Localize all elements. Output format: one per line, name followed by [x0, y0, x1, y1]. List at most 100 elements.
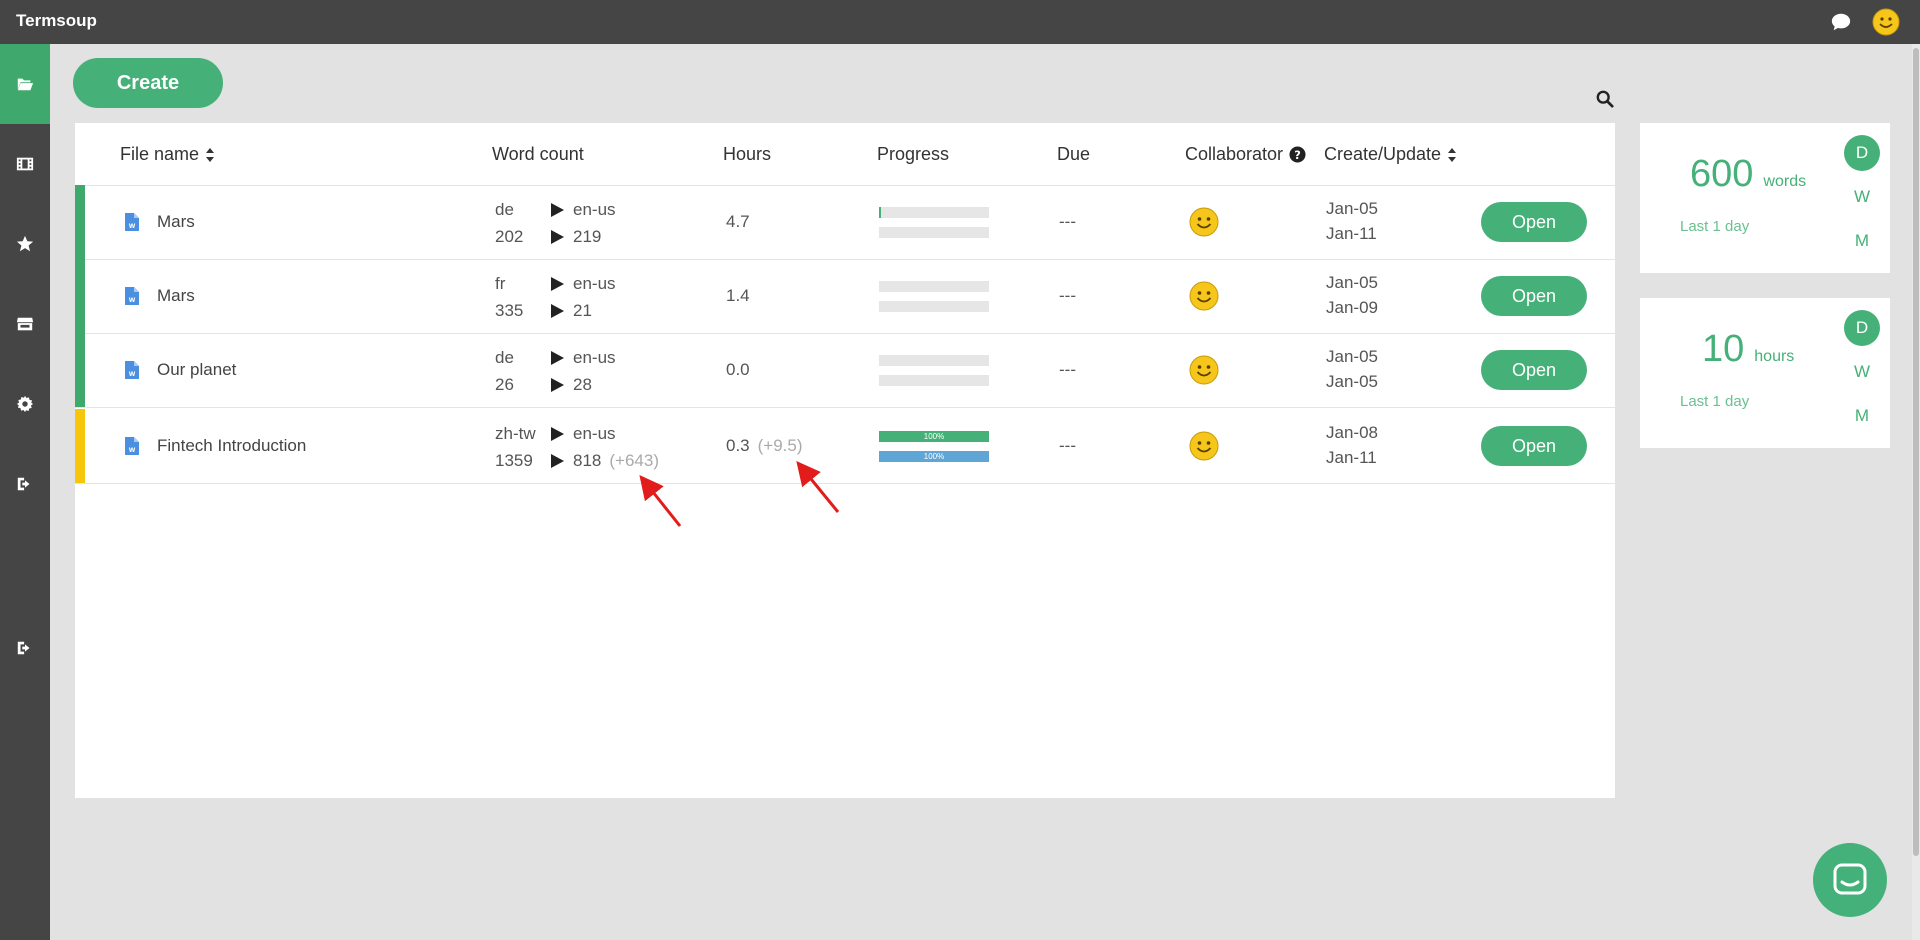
chat-icon[interactable] [1830, 11, 1852, 33]
sort-icon [1448, 147, 1457, 162]
hours-value: 0.0 [726, 360, 758, 380]
period-month-button[interactable]: M [1844, 223, 1880, 259]
play-icon [551, 454, 564, 468]
question-circle-icon[interactable]: ? [1289, 146, 1306, 163]
updated-date: Jan-09 [1326, 298, 1378, 317]
sidebar-item-favorites[interactable] [0, 204, 50, 284]
progress-label: 100% [923, 452, 945, 461]
stat-value: 10 hours [1702, 328, 1794, 371]
table-row[interactable]: W Fintech Introduction zh-tw 1359 en-us … [75, 409, 1615, 484]
file-name[interactable]: Our planet [157, 360, 236, 380]
hours-number: 0.0 [726, 360, 750, 379]
word-count-delta: (+643) [609, 451, 659, 470]
progress-bar-translation [879, 355, 989, 366]
source-word-count: 26 [495, 375, 514, 394]
target-language: en-us [551, 348, 616, 368]
stat-number: 600 [1690, 153, 1754, 195]
hours-value: 1.4 [726, 286, 758, 306]
header-label: File name [120, 144, 200, 164]
table-row[interactable]: W Our planet de 26 en-us 28 0.0 --- Jan-… [75, 333, 1615, 408]
open-file-button[interactable]: Open [1481, 202, 1587, 242]
created-date: Jan-08 [1326, 423, 1378, 442]
create-button[interactable]: Create [73, 58, 223, 108]
header-file-name[interactable]: File name [120, 144, 215, 165]
hours-number: 0.3 [726, 436, 750, 455]
sidebar-item-media[interactable] [0, 124, 50, 204]
word-file-icon: W [125, 361, 139, 379]
sign-out-icon [17, 477, 30, 491]
updated-date: Jan-05 [1326, 372, 1378, 391]
due-date: --- [1059, 360, 1076, 379]
target-count-value: 818 [573, 451, 602, 470]
support-chat-button[interactable] [1813, 843, 1887, 917]
sidebar-item-files[interactable] [0, 44, 50, 124]
sidebar-item-sign-out[interactable] [0, 444, 50, 524]
sign-out-icon [17, 641, 30, 655]
header-due: Due [1057, 144, 1090, 165]
updated-date: Jan-11 [1326, 448, 1377, 467]
file-name[interactable]: Fintech Introduction [157, 436, 306, 456]
play-icon [551, 427, 564, 441]
table-row[interactable]: W Mars de 202 en-us 219 4.7 --- Jan-05 J… [75, 185, 1615, 260]
due-date: --- [1059, 436, 1076, 455]
target-language: en-us [551, 200, 616, 220]
table-row[interactable]: W Mars fr 335 en-us 21 1.4 --- Jan-05 Ja… [75, 259, 1615, 334]
play-icon [551, 351, 564, 365]
progress-bar-translation [879, 207, 989, 218]
stat-period: Last 1 day [1680, 218, 1750, 235]
word-file-icon: W [125, 437, 139, 455]
table-header: File name Word count Hours Progress Due … [75, 123, 1615, 186]
svg-text:W: W [129, 223, 136, 230]
sidebar-item-settings[interactable] [0, 364, 50, 444]
search-icon[interactable] [1596, 90, 1614, 108]
collaborator-avatar-icon[interactable] [1189, 281, 1219, 311]
header-label: Word count [492, 144, 584, 164]
period-day-button[interactable]: D [1844, 135, 1880, 171]
period-day-button[interactable]: D [1844, 310, 1880, 346]
header-hours: Hours [723, 144, 771, 165]
top-bar: Termsoup [0, 0, 1920, 44]
play-icon [551, 304, 564, 318]
target-word-count: 28 [551, 375, 600, 395]
stat-unit: hours [1754, 348, 1795, 365]
header-label: Collaborator [1185, 144, 1284, 164]
progress-bar-translation: 100% [879, 431, 989, 442]
target-language-label: en-us [573, 424, 616, 443]
header-label: Due [1057, 144, 1091, 164]
open-file-button[interactable]: Open [1481, 426, 1587, 466]
period-week-button[interactable]: W [1844, 179, 1880, 215]
stat-value: 600 words [1690, 153, 1806, 196]
collaborator-avatar-icon[interactable] [1189, 207, 1219, 237]
period-week-button[interactable]: W [1844, 354, 1880, 390]
period-month-button[interactable]: M [1844, 398, 1880, 434]
row-status-bar [75, 333, 85, 407]
progress-bar-review [879, 301, 989, 312]
collaborator-avatar-icon[interactable] [1189, 355, 1219, 385]
sidebar-item-logout[interactable] [0, 608, 50, 688]
open-file-button[interactable]: Open [1481, 276, 1587, 316]
header-label: Create/Update [1324, 144, 1442, 164]
gear-icon [16, 395, 34, 413]
source-language: fr [495, 274, 506, 293]
user-avatar-icon[interactable] [1872, 8, 1900, 36]
scrollbar-thumb[interactable] [1913, 48, 1919, 856]
collaborator-avatar-icon[interactable] [1189, 431, 1219, 461]
header-collaborator: Collaborator ? [1185, 144, 1306, 165]
open-file-button[interactable]: Open [1481, 350, 1587, 390]
store-icon [16, 317, 34, 331]
svg-text:W: W [129, 447, 136, 454]
stat-number: 10 [1702, 328, 1745, 370]
row-status-bar [75, 409, 85, 483]
play-icon [551, 230, 564, 244]
target-word-count: 21 [551, 301, 600, 321]
progress-bar-translation [879, 281, 989, 292]
app-title: Termsoup [16, 11, 97, 30]
stat-period: Last 1 day [1680, 393, 1750, 410]
file-name[interactable]: Mars [157, 212, 195, 232]
file-name[interactable]: Mars [157, 286, 195, 306]
due-date: --- [1059, 286, 1076, 305]
hours-delta: (+9.5) [757, 436, 803, 455]
target-language-label: en-us [573, 200, 616, 219]
header-create-update[interactable]: Create/Update [1324, 144, 1457, 165]
sidebar-item-store[interactable] [0, 284, 50, 364]
